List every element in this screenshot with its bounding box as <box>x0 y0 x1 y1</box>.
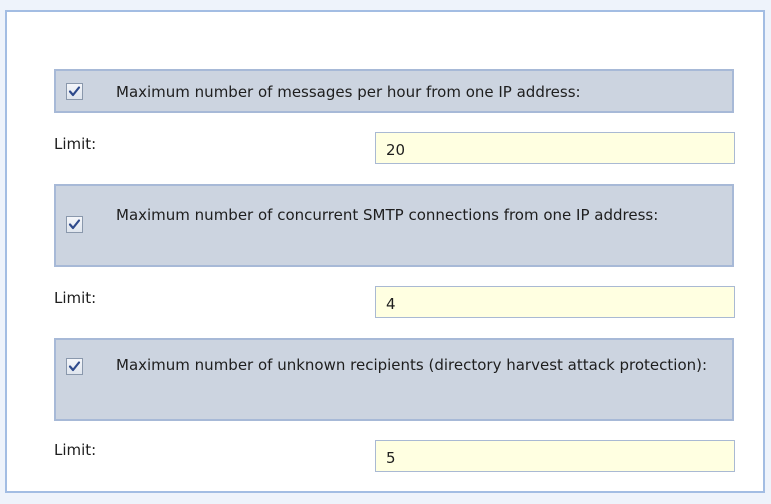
messages-per-hour-label: Maximum number of messages per hour from… <box>116 83 581 101</box>
unknown-recipients-checkbox[interactable] <box>66 358 83 375</box>
check-mark-icon <box>68 361 81 372</box>
unknown-recipients-limit-label: Limit: <box>54 441 97 459</box>
unknown-recipients-label: Maximum number of unknown recipients (di… <box>116 356 708 374</box>
concurrent-connections-limit-label: Limit: <box>54 289 97 307</box>
concurrent-connections-label: Maximum number of concurrent SMTP connec… <box>116 206 659 224</box>
concurrent-connections-group: Maximum number of concurrent SMTP connec… <box>54 184 734 267</box>
check-mark-icon <box>68 86 81 97</box>
messages-per-hour-limit-label: Limit: <box>54 135 97 153</box>
ip-limits-panel: Maximum number of messages per hour from… <box>5 10 765 493</box>
messages-per-hour-group: Maximum number of messages per hour from… <box>54 69 734 113</box>
unknown-recipients-limit-input[interactable] <box>375 440 735 472</box>
unknown-recipients-group: Maximum number of unknown recipients (di… <box>54 338 734 421</box>
messages-per-hour-limit-input[interactable] <box>375 132 735 164</box>
messages-per-hour-checkbox[interactable] <box>66 83 83 100</box>
concurrent-connections-limit-input[interactable] <box>375 286 735 318</box>
check-mark-icon <box>68 219 81 230</box>
concurrent-connections-checkbox[interactable] <box>66 216 83 233</box>
